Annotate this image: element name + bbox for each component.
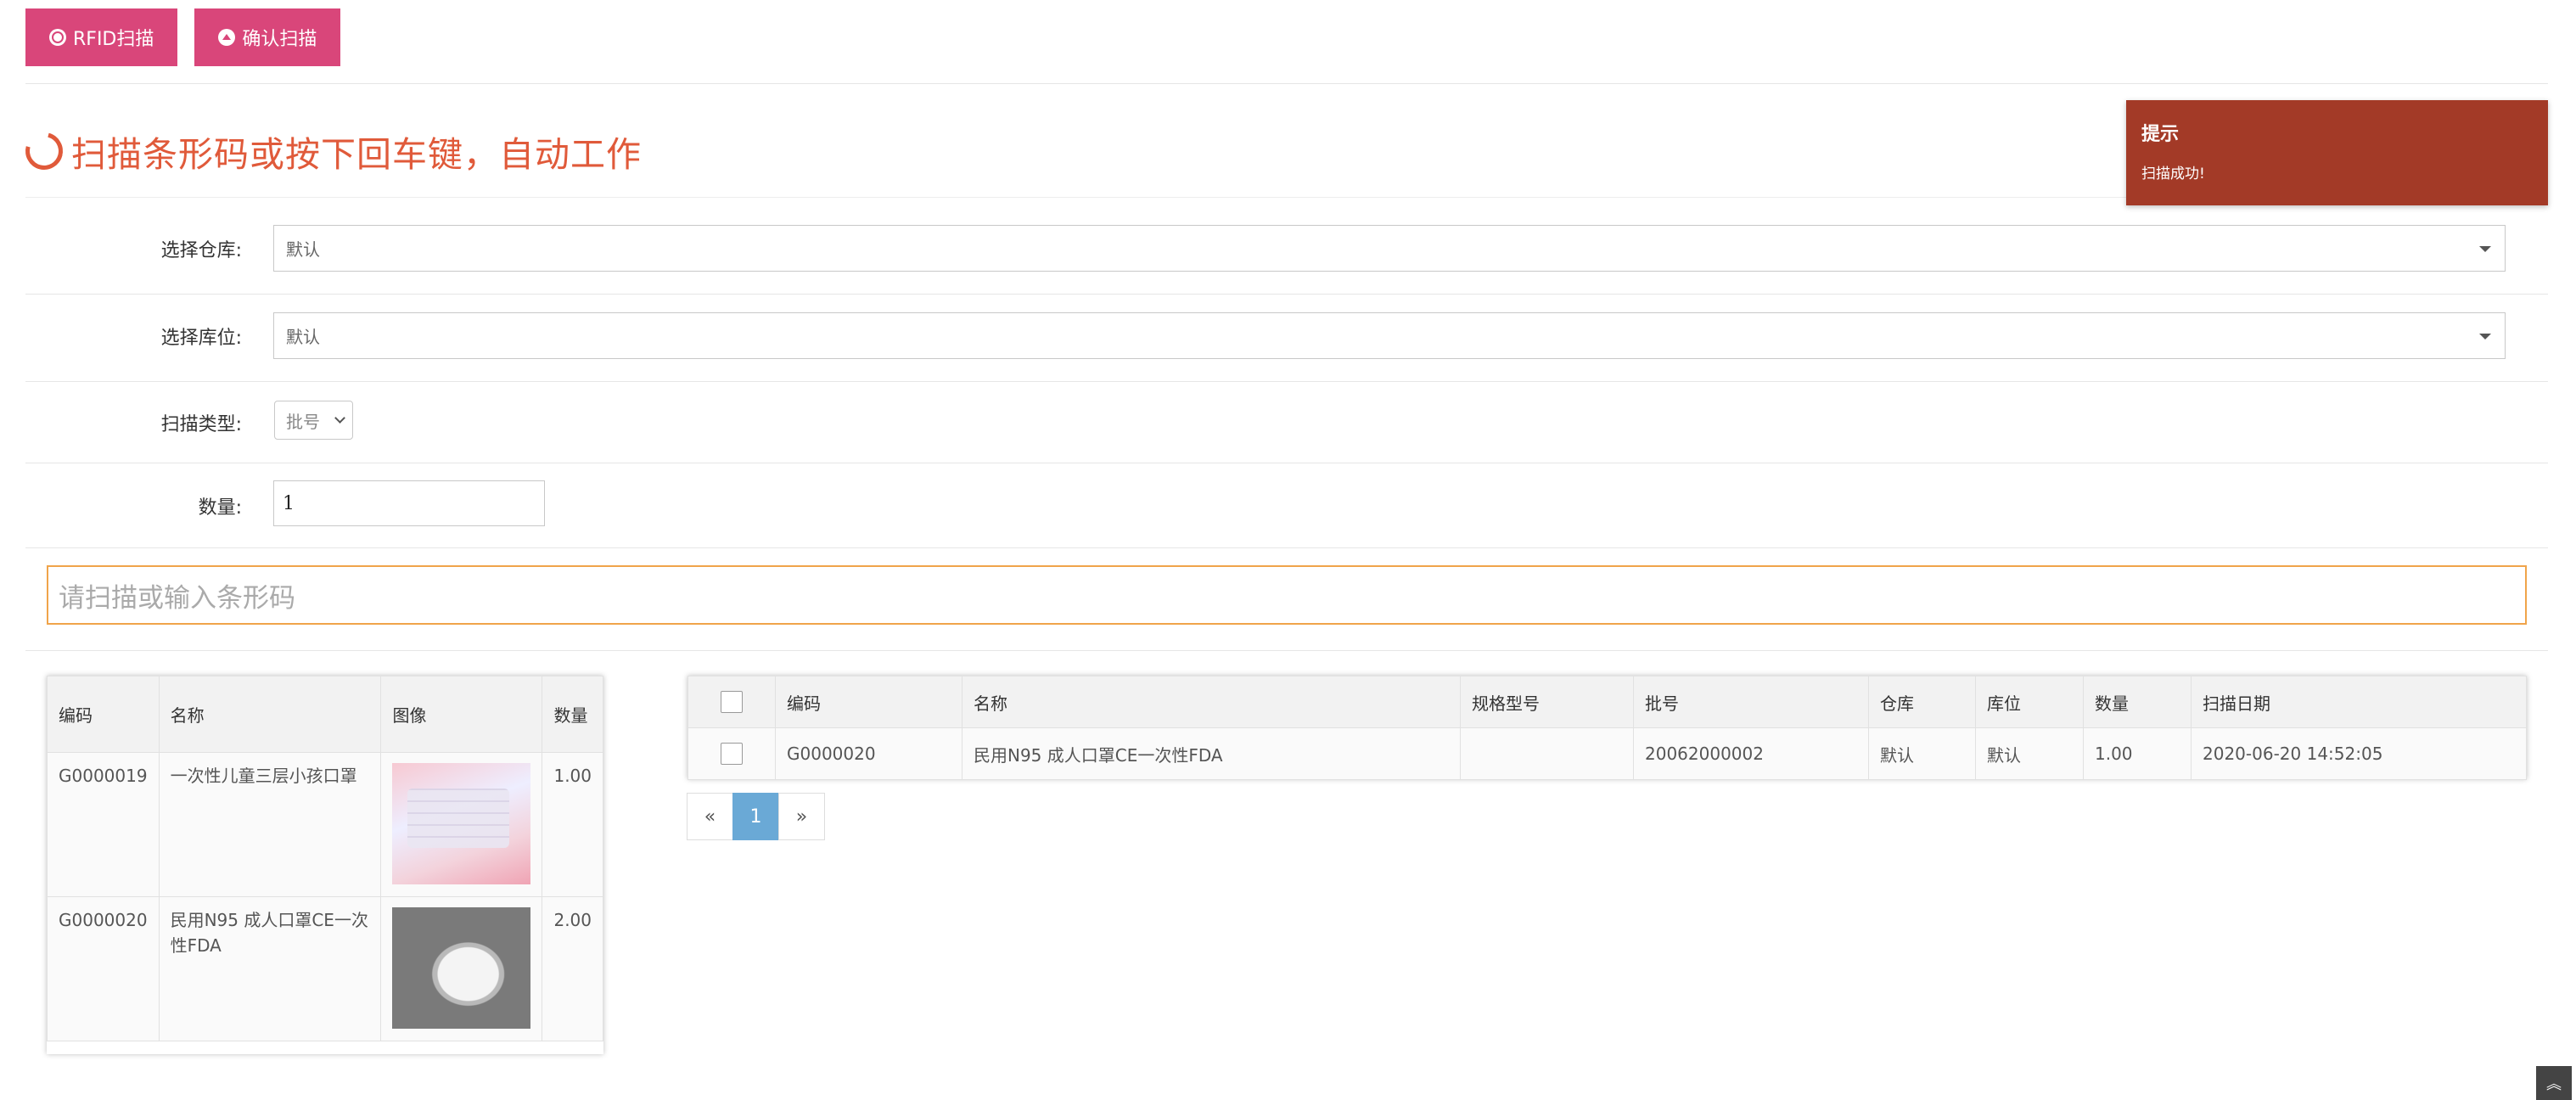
column-header: 规格型号 <box>1460 676 1634 728</box>
prev-page-button[interactable]: « <box>687 793 733 840</box>
product-table: 编码 名称 图像 数量 G0000019 一次性儿童三层小孩口罩 1.00 G0… <box>47 676 603 1054</box>
column-header: 数量 <box>2083 676 2192 728</box>
select-all-checkbox[interactable] <box>721 691 743 713</box>
cell-qty: 1.00 <box>542 752 603 897</box>
scan-type-label: 扫描类型: <box>160 414 242 435</box>
cell-code: G0000020 <box>47 896 160 1041</box>
table-row[interactable]: G0000020 民用N95 成人口罩CE一次性FDA 2.00 <box>47 896 603 1041</box>
product-image <box>392 763 531 884</box>
scan-type-select[interactable]: 批号 <box>274 401 353 440</box>
loading-spinner-icon <box>18 125 70 177</box>
quantity-label: 数量: <box>198 497 242 519</box>
page-1-button[interactable]: 1 <box>732 793 779 840</box>
notification-toast[interactable]: 提示 扫描成功! <box>2126 100 2548 205</box>
pagination: « 1 » <box>687 793 825 840</box>
cell-date: 2020-06-20 14:52:05 <box>2191 727 2527 780</box>
cell-code: G0000019 <box>47 752 160 897</box>
cell-image <box>380 896 543 1041</box>
table-header-row: 编码 名称 图像 数量 <box>47 676 603 753</box>
warehouse-value: 默认 <box>286 239 320 260</box>
back-to-top-button[interactable]: ︽ <box>2536 1066 2572 1100</box>
column-header: 编码 <box>47 676 160 753</box>
cell-batch: 20062000002 <box>1633 727 1869 780</box>
table-header-row: 编码 名称 规格型号 批号 仓库 库位 数量 扫描日期 <box>687 676 2527 728</box>
rfid-scan-button[interactable]: RFID扫描 <box>25 8 178 66</box>
next-page-button[interactable]: » <box>778 793 825 840</box>
cell-name: 一次性儿童三层小孩口罩 <box>158 752 382 897</box>
page-heading: 扫描条形码或按下回车键，自动工作 <box>18 125 642 177</box>
arrow-up-icon <box>218 29 236 46</box>
cell-image <box>380 752 543 897</box>
double-chevron-up-icon: ︽ <box>2546 1075 2562 1093</box>
scan-type-value: 批号 <box>286 411 320 432</box>
rfid-scan-label: RFID扫描 <box>73 29 154 50</box>
page-title: 扫描条形码或按下回车键，自动工作 <box>71 134 642 175</box>
toolbar: RFID扫描 确认扫描 <box>25 8 341 66</box>
toast-message: 扫描成功! <box>2141 166 2205 182</box>
divider <box>25 294 2548 295</box>
column-header: 库位 <box>1975 676 2084 728</box>
divider <box>25 83 2548 84</box>
row-select-cell <box>687 727 776 780</box>
caret-down-icon <box>2479 333 2491 340</box>
warehouse-select[interactable]: 默认 <box>273 225 2506 272</box>
divider <box>25 547 2548 548</box>
scan-table: 编码 名称 规格型号 批号 仓库 库位 数量 扫描日期 G0000020 民用N… <box>687 676 2527 780</box>
quantity-input[interactable]: 1 <box>273 480 545 526</box>
location-value: 默认 <box>286 327 320 347</box>
caret-down-icon <box>2479 245 2491 252</box>
column-header: 数量 <box>542 676 603 753</box>
column-header: 扫描日期 <box>2191 676 2527 728</box>
cell-name: 民用N95 成人口罩CE一次性FDA <box>962 727 1461 780</box>
cell-location: 默认 <box>1975 727 2084 780</box>
barcode-input[interactable]: 请扫描或输入条形码 <box>47 565 2527 625</box>
column-header: 名称 <box>962 676 1461 728</box>
cell-name: 民用N95 成人口罩CE一次性FDA <box>158 896 382 1041</box>
select-all-cell <box>687 676 776 728</box>
divider <box>25 650 2548 651</box>
cell-spec <box>1460 727 1634 780</box>
warehouse-label: 选择仓库: <box>160 240 242 261</box>
confirm-scan-button[interactable]: 确认扫描 <box>194 8 341 66</box>
divider <box>25 381 2548 382</box>
column-header: 编码 <box>775 676 962 728</box>
toast-title: 提示 <box>2141 124 2180 145</box>
location-select[interactable]: 默认 <box>273 312 2506 359</box>
location-label: 选择库位: <box>160 328 242 349</box>
confirm-scan-label: 确认扫描 <box>242 29 317 50</box>
row-checkbox[interactable] <box>721 743 743 765</box>
cell-code: G0000020 <box>775 727 962 780</box>
column-header: 名称 <box>158 676 382 753</box>
rfid-icon <box>49 29 66 46</box>
cell-qty: 1.00 <box>2083 727 2192 780</box>
table-row[interactable]: G0000020 民用N95 成人口罩CE一次性FDA 20062000002 … <box>687 727 2527 780</box>
cell-warehouse: 默认 <box>1868 727 1976 780</box>
scan-page: RFID扫描 确认扫描 扫描条形码或按下回车键，自动工作 提示 扫描成功! 选择… <box>0 0 2576 1100</box>
column-header: 仓库 <box>1868 676 1976 728</box>
column-header: 批号 <box>1633 676 1869 728</box>
table-row[interactable]: G0000019 一次性儿童三层小孩口罩 1.00 <box>47 752 603 897</box>
cell-qty: 2.00 <box>542 896 603 1041</box>
product-image <box>392 907 531 1029</box>
column-header: 图像 <box>380 676 543 753</box>
chevron-down-icon <box>334 412 345 424</box>
